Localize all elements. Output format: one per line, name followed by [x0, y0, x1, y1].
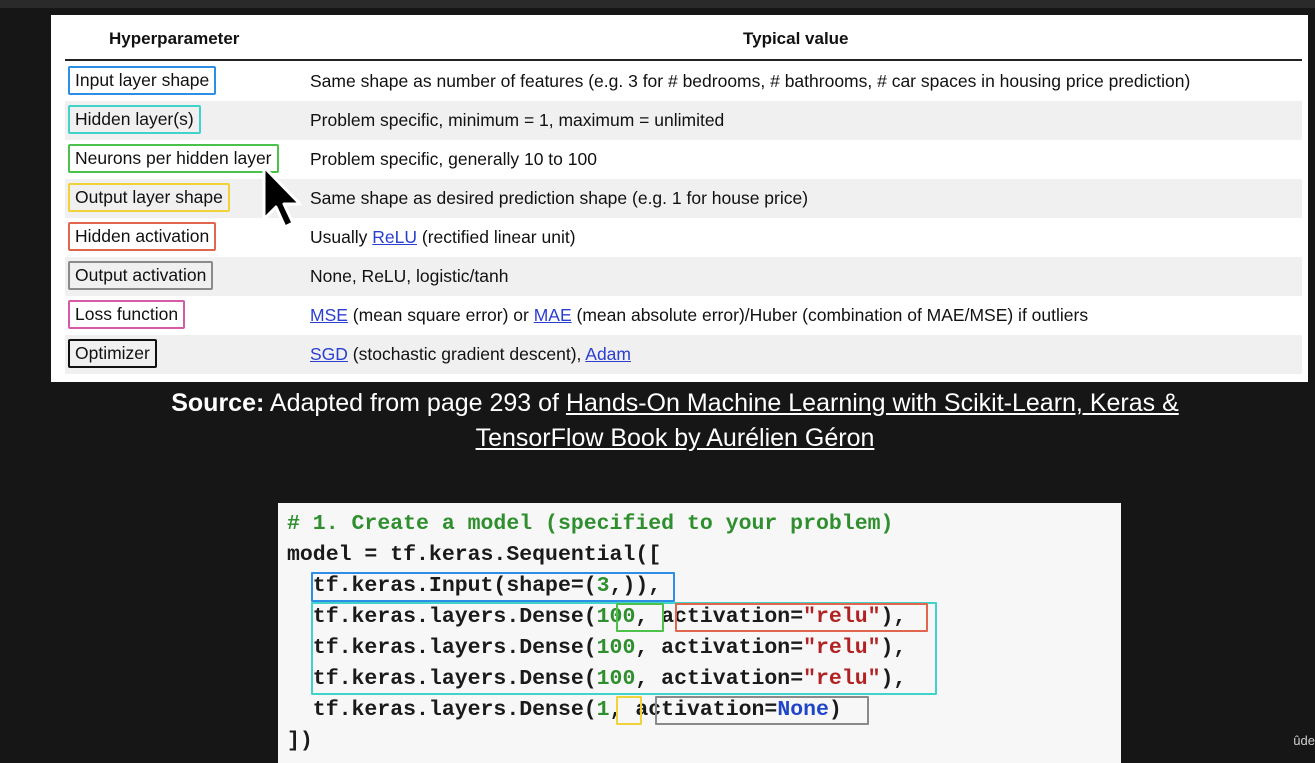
- typical-value-text: Usually: [310, 227, 373, 247]
- table-row: Neurons per hidden layer Problem specifi…: [65, 140, 1302, 179]
- typical-value: Problem specific, generally 10 to 100: [310, 149, 597, 169]
- typical-value: Problem specific, minimum = 1, maximum =…: [310, 110, 725, 130]
- hyperparameter-input-layer-shape: Input layer shape: [68, 66, 217, 95]
- table-row: Hidden layer(s) Problem specific, minimu…: [65, 101, 1302, 140]
- table-row: Optimizer SGD (stochastic gradient desce…: [65, 335, 1302, 374]
- hyperparameter-table: Hyperparameter Typical value Input layer…: [51, 15, 1308, 382]
- hyperparameter-hidden-activation: Hidden activation: [68, 222, 217, 251]
- table-row: Input layer shape Same shape as number o…: [65, 62, 1302, 101]
- code-number: 1: [596, 698, 610, 722]
- sgd-link[interactable]: SGD: [310, 344, 348, 364]
- book-link-line1[interactable]: Hands-On Machine Learning with Scikit-Le…: [566, 389, 1179, 417]
- hyperparameter-output-activation: Output activation: [68, 261, 214, 290]
- typical-value: MSE (mean square error) or MAE (mean abs…: [310, 305, 1088, 326]
- mse-link[interactable]: MSE: [310, 305, 348, 325]
- typical-value-text: (mean absolute error)/Huber (combination…: [571, 305, 1089, 325]
- code-text: tf.keras.layers.Dense(: [287, 698, 597, 722]
- code-line-close: ]): [287, 729, 313, 753]
- neurons-highlight: [616, 603, 664, 632]
- code-comment: # 1. Create a model (specified to your p…: [287, 512, 894, 536]
- table-header: Hyperparameter Typical value: [51, 15, 1308, 61]
- table-row: Output layer shape Same shape as desired…: [65, 179, 1302, 218]
- header-typical-value: Typical value: [743, 29, 849, 48]
- typical-value: Same shape as desired prediction shape (…: [310, 188, 809, 208]
- header-hyperparameter: Hyperparameter: [109, 29, 240, 48]
- typical-value: None, ReLU, logistic/tanh: [310, 266, 509, 286]
- typical-value: Same shape as number of features (e.g. 3…: [310, 71, 1191, 91]
- source-caption: Source: Adapted from page 293 of Hands-O…: [100, 386, 1250, 456]
- hyperparameter-loss-function: Loss function: [68, 300, 186, 329]
- typical-value: Usually ReLU (rectified linear unit): [310, 227, 576, 248]
- header-divider: [65, 59, 1302, 61]
- hyperparameter-hidden-layers: Hidden layer(s): [68, 105, 201, 134]
- table-row: Hidden activation Usually ReLU (rectifie…: [65, 218, 1302, 257]
- hyperparameter-output-layer-shape: Output layer shape: [68, 183, 230, 212]
- typical-value-text: (rectified linear unit): [417, 227, 576, 247]
- watermark: ûde: [1293, 733, 1315, 748]
- adam-link[interactable]: Adam: [585, 344, 631, 364]
- table-row: Loss function MSE (mean square error) or…: [65, 296, 1302, 335]
- mouse-pointer-icon: [262, 165, 302, 229]
- input-layer-highlight: [311, 572, 675, 602]
- hidden-activation-highlight: [675, 603, 928, 632]
- source-prefix: Adapted from page 293 of: [264, 389, 566, 417]
- code-block: # 1. Create a model (specified to your p…: [278, 503, 1121, 763]
- hyperparameter-neurons-per-hidden-layer: Neurons per hidden layer: [68, 144, 279, 173]
- source-label: Source:: [171, 389, 265, 417]
- typical-value: SGD (stochastic gradient descent), Adam: [310, 344, 631, 365]
- output-activation-highlight: [655, 696, 869, 725]
- top-bar: [0, 0, 1315, 8]
- typical-value-text: (stochastic gradient descent),: [347, 344, 586, 364]
- typical-value-text: (mean square error) or: [347, 305, 534, 325]
- code-line-model: model = tf.keras.Sequential([: [287, 543, 662, 567]
- mae-link[interactable]: MAE: [534, 305, 572, 325]
- book-link-line2[interactable]: TensorFlow Book by Aurélien Géron: [476, 424, 875, 452]
- output-shape-highlight: [616, 696, 642, 725]
- table-row: Output activation None, ReLU, logistic/t…: [65, 257, 1302, 296]
- hyperparameter-optimizer: Optimizer: [68, 339, 157, 368]
- relu-link[interactable]: ReLU: [372, 227, 417, 247]
